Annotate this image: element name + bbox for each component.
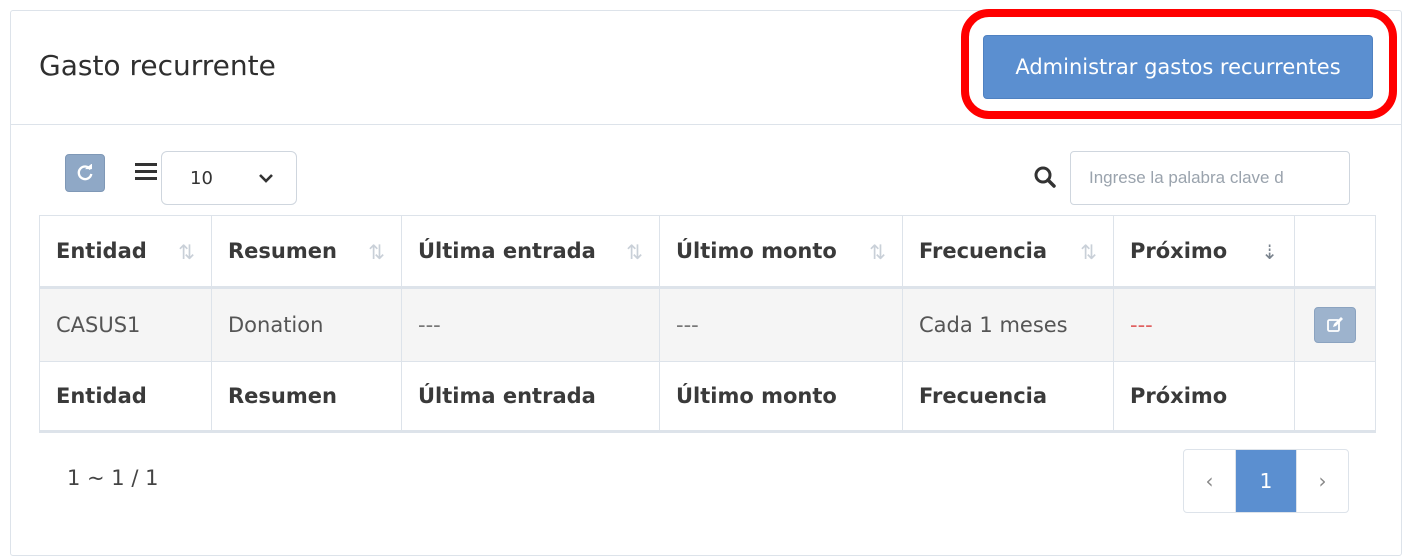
cell-ultima-entrada: --- bbox=[401, 287, 660, 362]
table-header-row: Entidad ⇅ Resumen ⇅ Última entrada ⇅ Último… bbox=[39, 215, 1376, 289]
chevron-down-icon bbox=[259, 174, 273, 183]
cell-ultimo-monto: --- bbox=[659, 287, 903, 362]
column-header-actions bbox=[1294, 215, 1376, 289]
page-size-value: 10 bbox=[190, 167, 213, 189]
cell-frecuencia: Cada 1 meses bbox=[902, 287, 1114, 362]
column-header-proximo[interactable]: Próximo ⇣ bbox=[1113, 215, 1295, 289]
search-icon bbox=[1034, 166, 1056, 188]
footer-actions bbox=[1294, 361, 1376, 433]
footer-ultima-entrada: Última entrada bbox=[401, 361, 660, 433]
cell-proximo: --- bbox=[1113, 287, 1295, 362]
sort-ascending-icon: ⇣ bbox=[1261, 240, 1278, 264]
table-row: CASUS1 Donation --- --- Cada 1 meses --- bbox=[39, 287, 1376, 362]
recurring-expense-table: Entidad ⇅ Resumen ⇅ Última entrada ⇅ Último… bbox=[39, 215, 1376, 433]
table-footer-row: Entidad Resumen Última entrada Último mo… bbox=[39, 361, 1376, 433]
columns-menu-icon[interactable] bbox=[135, 163, 157, 181]
recurring-expense-panel: Gasto recurrente Administrar gastos recu… bbox=[10, 9, 1402, 556]
panel-header: Gasto recurrente Administrar gastos recu… bbox=[11, 9, 1401, 125]
refresh-button[interactable] bbox=[65, 154, 105, 192]
cell-entidad: CASUS1 bbox=[39, 287, 212, 362]
edit-button[interactable] bbox=[1314, 307, 1356, 343]
footer-ultimo-monto: Último monto bbox=[659, 361, 903, 433]
sort-icon: ⇅ bbox=[368, 240, 385, 264]
sort-icon: ⇅ bbox=[178, 240, 195, 264]
sort-icon: ⇅ bbox=[626, 240, 643, 264]
footer-proximo: Próximo bbox=[1113, 361, 1295, 433]
pagination-page-button[interactable]: 1 bbox=[1236, 450, 1296, 512]
footer-entidad: Entidad bbox=[39, 361, 212, 433]
refresh-icon bbox=[77, 164, 93, 181]
column-header-ultimo-monto[interactable]: Último monto ⇅ bbox=[659, 215, 903, 289]
footer-frecuencia: Frecuencia bbox=[902, 361, 1114, 433]
column-header-ultima-entrada[interactable]: Última entrada ⇅ bbox=[401, 215, 660, 289]
sort-icon: ⇅ bbox=[1080, 240, 1097, 264]
column-header-resumen[interactable]: Resumen ⇅ bbox=[211, 215, 402, 289]
pagination-info: 1 ~ 1 / 1 bbox=[67, 466, 159, 490]
column-header-frecuencia[interactable]: Frecuencia ⇅ bbox=[902, 215, 1114, 289]
edit-icon bbox=[1327, 317, 1343, 332]
panel-title: Gasto recurrente bbox=[39, 49, 276, 82]
pagination: ‹ 1 › bbox=[1183, 449, 1349, 513]
manage-recurring-expenses-button[interactable]: Administrar gastos recurrentes bbox=[983, 35, 1373, 99]
footer-resumen: Resumen bbox=[211, 361, 402, 433]
sort-icon: ⇅ bbox=[869, 240, 886, 264]
page-size-select[interactable]: 10 bbox=[161, 151, 297, 205]
cell-resumen: Donation bbox=[211, 287, 402, 362]
column-header-entidad[interactable]: Entidad ⇅ bbox=[39, 215, 212, 289]
pagination-prev-button[interactable]: ‹ bbox=[1184, 450, 1236, 512]
pagination-next-button[interactable]: › bbox=[1296, 450, 1348, 512]
cell-actions bbox=[1294, 287, 1376, 362]
search-input[interactable] bbox=[1070, 151, 1350, 205]
